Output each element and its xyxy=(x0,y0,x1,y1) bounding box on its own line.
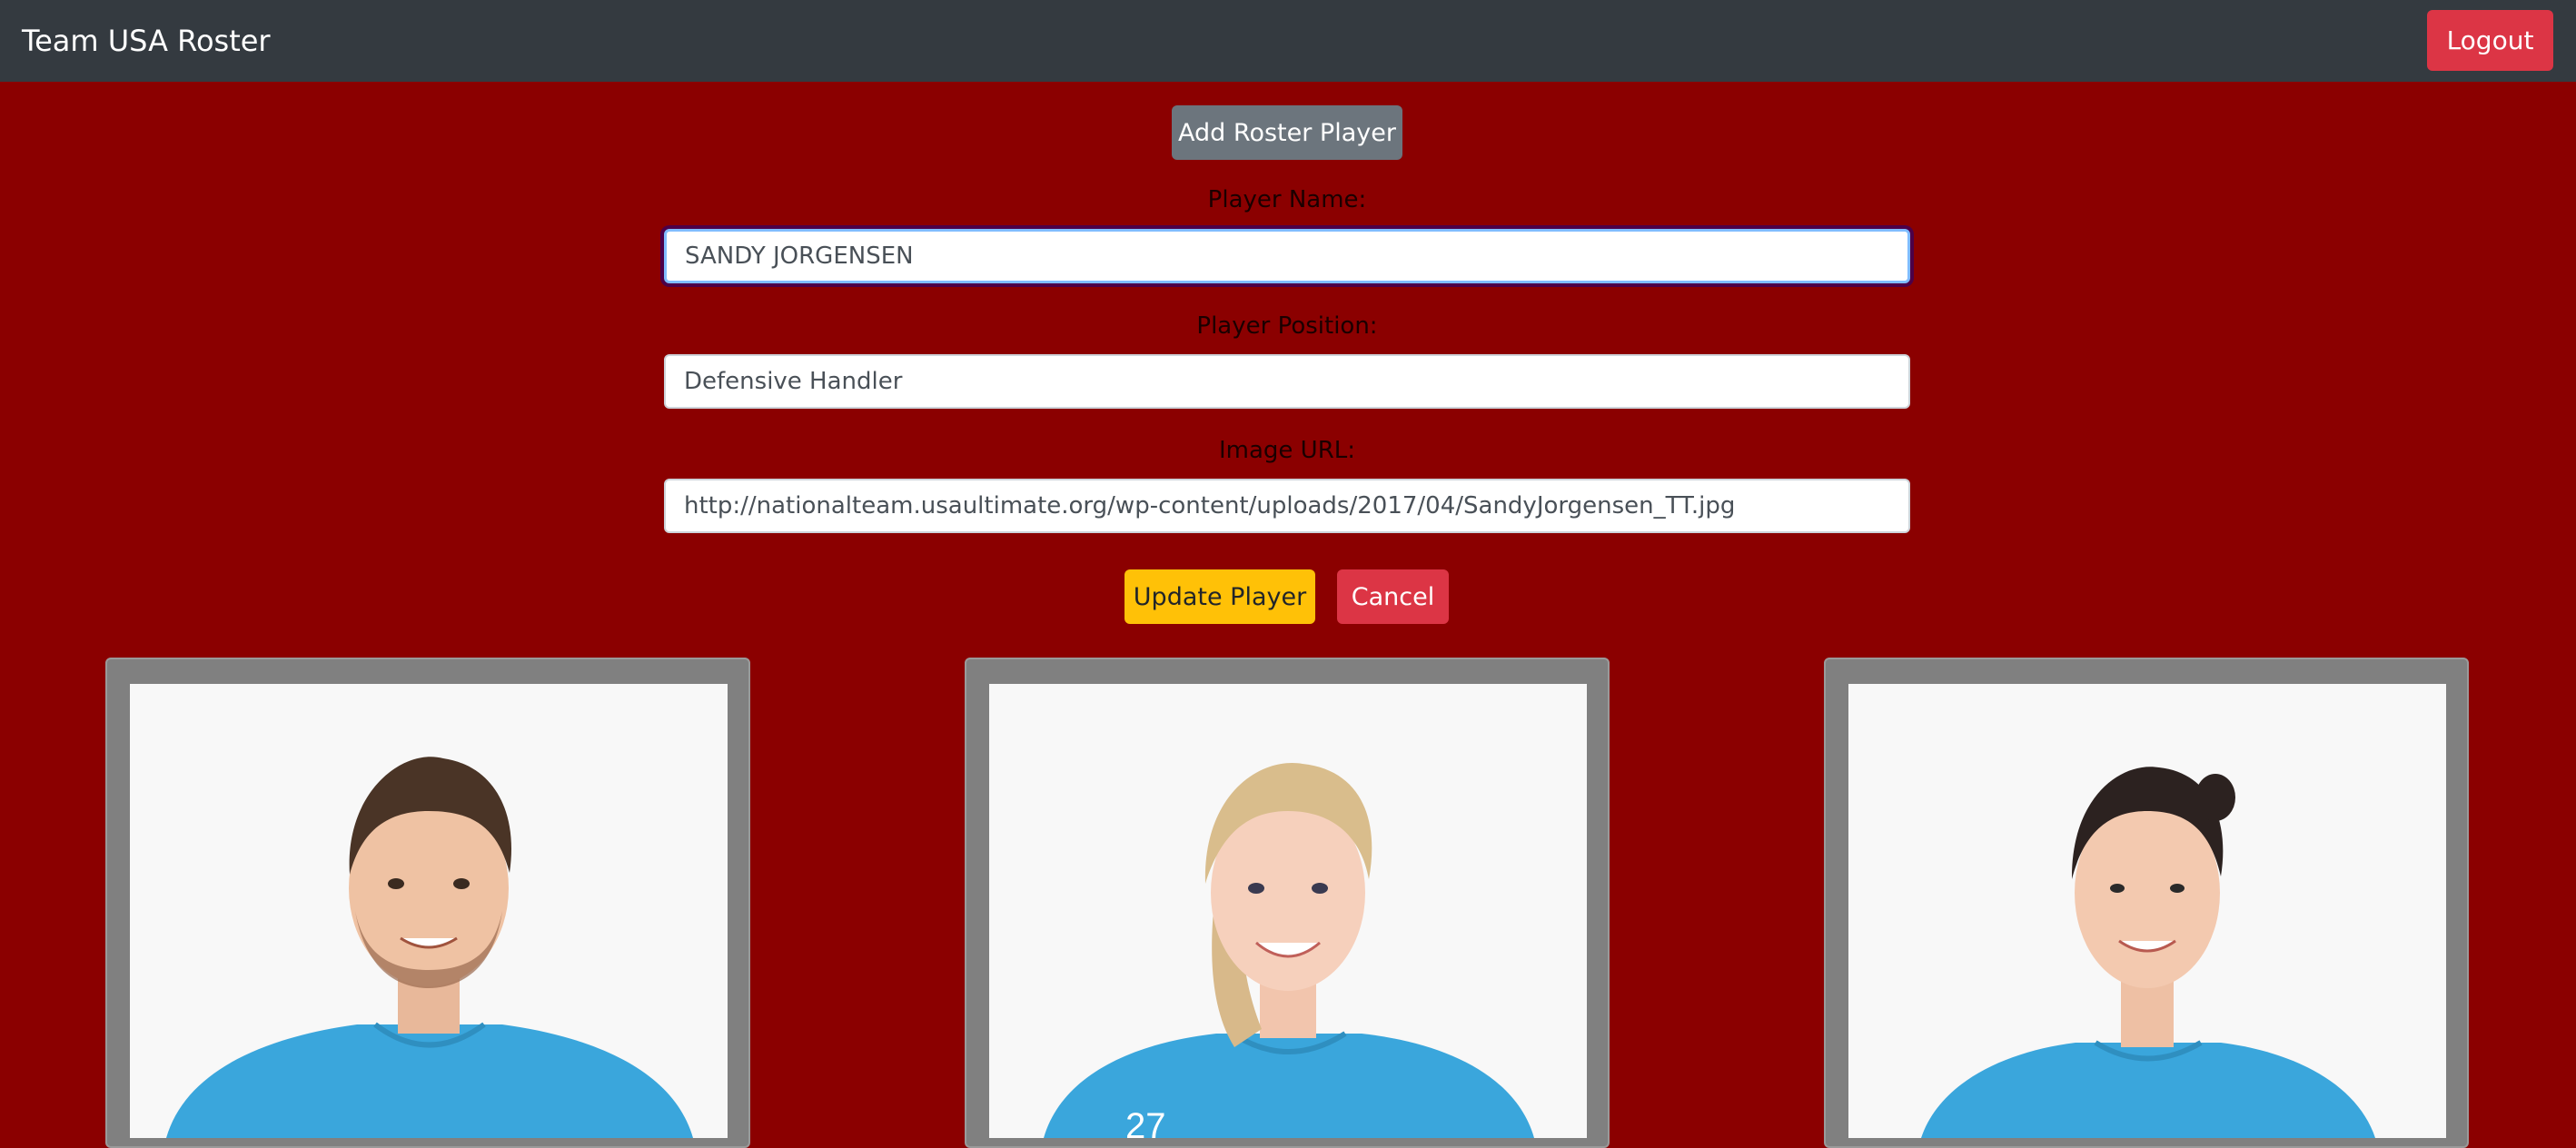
update-player-button[interactable]: Update Player xyxy=(1125,569,1315,624)
player-photo xyxy=(1848,684,2446,1138)
player-position-input[interactable] xyxy=(664,354,1910,409)
player-card[interactable] xyxy=(105,658,750,1148)
player-photo xyxy=(130,684,728,1138)
svg-text:27: 27 xyxy=(1125,1106,1166,1138)
player-name-label: Player Name: xyxy=(1207,186,1367,213)
cancel-button[interactable]: Cancel xyxy=(1337,569,1449,624)
logout-button[interactable]: Logout xyxy=(2427,10,2553,71)
image-url-label: Image URL: xyxy=(1218,437,1356,464)
app-title[interactable]: Team USA Roster xyxy=(22,20,271,62)
player-name-input[interactable] xyxy=(664,229,1910,283)
player-card[interactable] xyxy=(1824,658,2469,1148)
player-photo: 27 xyxy=(989,684,1587,1138)
player-card[interactable]: 27 xyxy=(965,658,1610,1148)
navbar: Team USA Roster Logout xyxy=(0,0,2576,82)
add-roster-player-button[interactable]: Add Roster Player xyxy=(1172,105,1402,160)
image-url-input[interactable] xyxy=(664,479,1910,533)
player-position-label: Player Position: xyxy=(1196,312,1378,340)
